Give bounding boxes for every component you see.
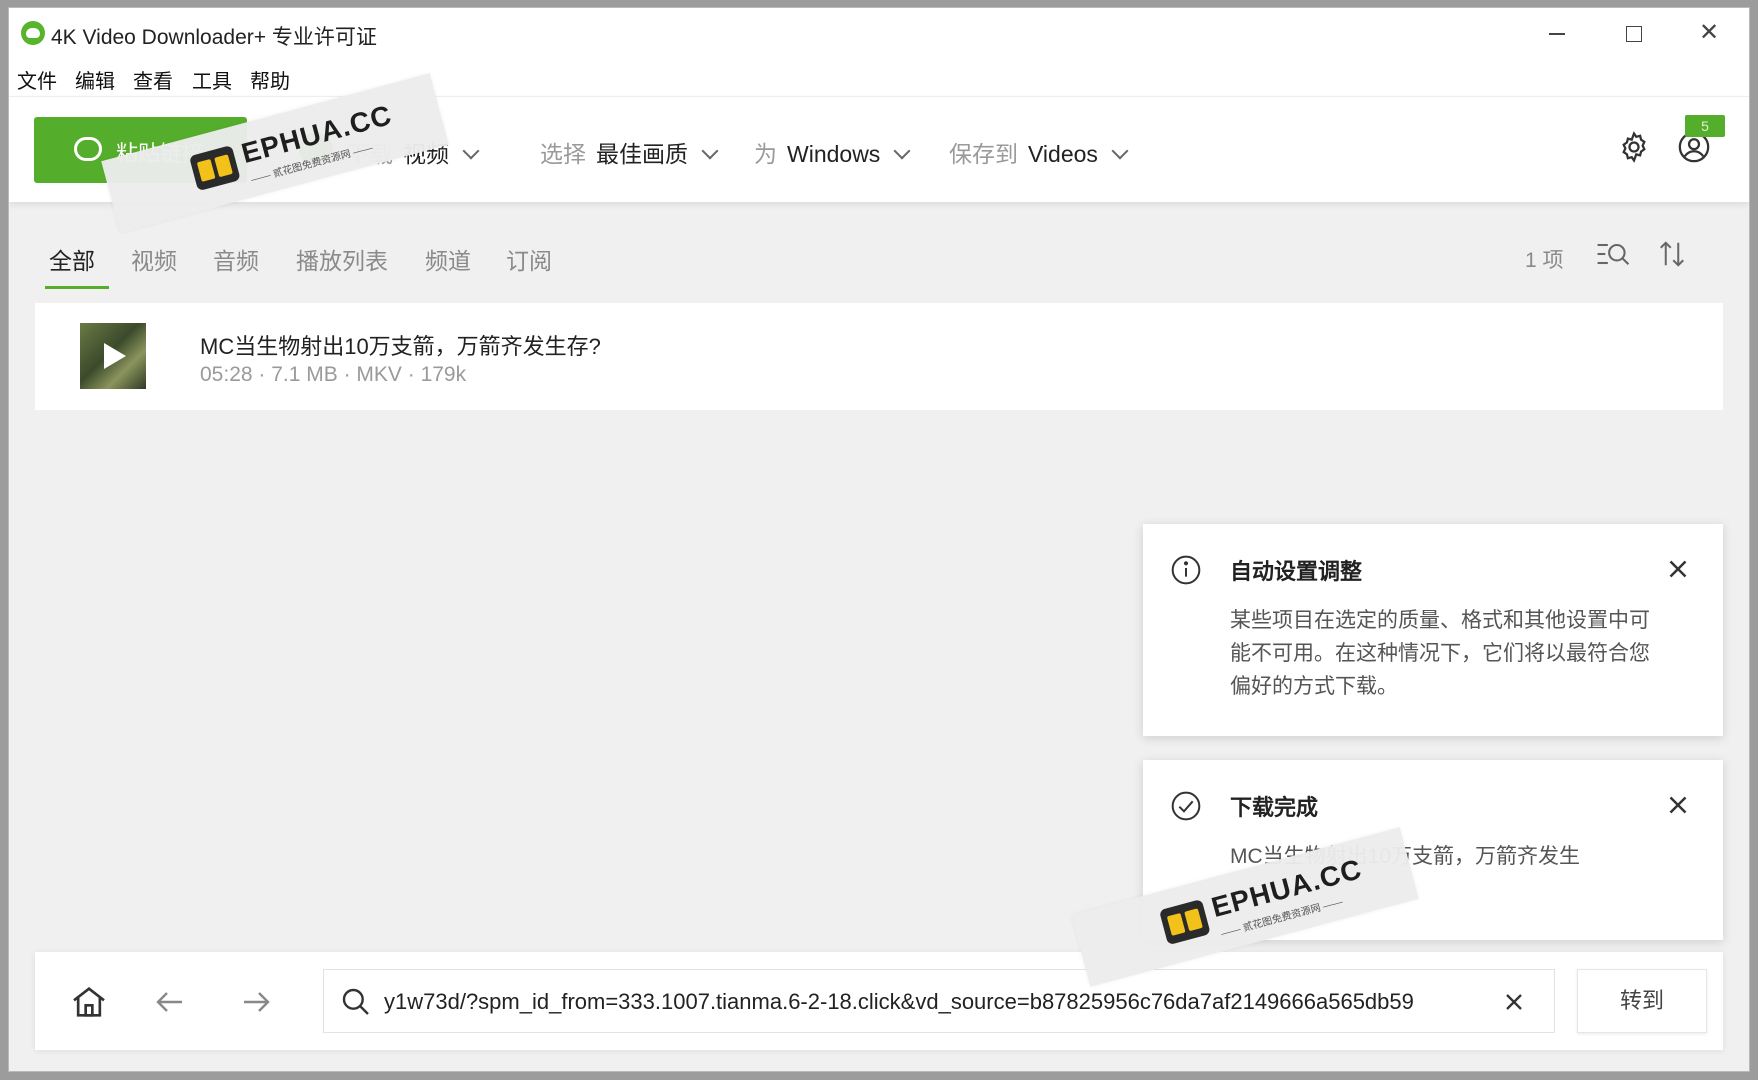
chevron-down-icon [701, 142, 719, 160]
check-circle-icon [1171, 791, 1201, 821]
app-window: 4K Video Downloader+ 专业许可证 ✕ 文件 编辑 查看 工具… [8, 7, 1750, 1072]
browser-nav-bar: 转到 [35, 952, 1723, 1050]
download-title: MC当生物射出10万支箭，万箭齐发生存? [200, 334, 601, 359]
toast-title: 下载完成 [1230, 795, 1319, 820]
toast-title: 自动设置调整 [1230, 559, 1363, 584]
tab-video[interactable]: 视频 [131, 242, 177, 276]
app-logo-icon [21, 21, 45, 45]
platform-label: 为 [754, 141, 777, 167]
save-location-value: Videos [1028, 141, 1098, 167]
tab-audio[interactable]: 音频 [213, 242, 259, 276]
chevron-down-icon [893, 142, 911, 160]
home-icon[interactable] [69, 982, 109, 1022]
close-icon[interactable] [1663, 554, 1693, 584]
quality-dropdown[interactable]: 选择 最佳画质 [540, 135, 719, 169]
menu-file[interactable]: 文件 [17, 65, 57, 94]
title-bar: 4K Video Downloader+ 专业许可证 ✕ [9, 8, 1749, 58]
quality-value: 最佳画质 [596, 141, 688, 167]
toast-auto-settings: 自动设置调整 某些项目在选定的质量、格式和其他设置中可能不可用。在这种情况下，它… [1143, 524, 1723, 736]
go-button[interactable]: 转到 [1577, 969, 1707, 1033]
search-list-icon[interactable] [1595, 238, 1631, 270]
chevron-down-icon [462, 142, 480, 160]
tab-all[interactable]: 全部 [49, 242, 95, 276]
menu-edit[interactable]: 编辑 [75, 65, 115, 94]
video-thumbnail[interactable] [80, 323, 146, 389]
menu-view[interactable]: 查看 [133, 65, 173, 94]
info-icon [1171, 555, 1201, 585]
sort-icon[interactable] [1657, 238, 1687, 270]
download-item[interactable]: MC当生物射出10万支箭，万箭齐发生存? 05:28 · 7.1 MB · MK… [35, 303, 1723, 410]
watermark-logo-icon [1158, 899, 1211, 946]
search-icon [342, 988, 369, 1015]
platform-value: Windows [787, 141, 881, 167]
url-input[interactable] [384, 980, 1484, 1024]
toast-body: 某些项目在选定的质量、格式和其他设置中可能不可用。在这种情况下，它们将以最符合您… [1230, 609, 1650, 698]
link-icon [74, 137, 102, 161]
window-title: 4K Video Downloader+ 专业许可证 [51, 26, 377, 49]
menu-help[interactable]: 帮助 [250, 65, 290, 94]
filter-tabs: 全部 视频 音频 播放列表 频道 订阅 1 项 [9, 202, 1749, 297]
tab-channel[interactable]: 频道 [425, 242, 471, 276]
tab-playlist[interactable]: 播放列表 [296, 242, 388, 276]
active-tab-indicator [45, 286, 109, 289]
clear-icon[interactable] [1500, 988, 1528, 1016]
url-bar[interactable] [323, 969, 1555, 1033]
menu-bar: 文件 编辑 查看 工具 帮助 [9, 58, 1749, 96]
forward-arrow-icon[interactable] [238, 984, 274, 1020]
watermark-logo-icon [188, 145, 241, 192]
maximize-button[interactable] [1613, 18, 1653, 48]
minimize-button[interactable] [1537, 18, 1577, 48]
back-arrow-icon[interactable] [152, 984, 188, 1020]
gear-icon[interactable] [1617, 130, 1651, 164]
save-location-label: 保存到 [949, 141, 1018, 167]
save-location-dropdown[interactable]: 保存到 Videos [949, 135, 1129, 169]
tab-subscription[interactable]: 订阅 [506, 242, 552, 276]
close-window-button[interactable]: ✕ [1689, 18, 1729, 48]
close-icon[interactable] [1663, 790, 1693, 820]
download-meta: 05:28 · 7.1 MB · MKV · 179k [200, 363, 467, 386]
platform-dropdown[interactable]: 为 Windows [754, 135, 911, 169]
quality-label: 选择 [540, 141, 586, 167]
item-count: 1 项 [1525, 249, 1564, 272]
chevron-down-icon [1111, 142, 1129, 160]
account-badge: 5 [1685, 115, 1725, 137]
menu-tools[interactable]: 工具 [192, 65, 232, 94]
